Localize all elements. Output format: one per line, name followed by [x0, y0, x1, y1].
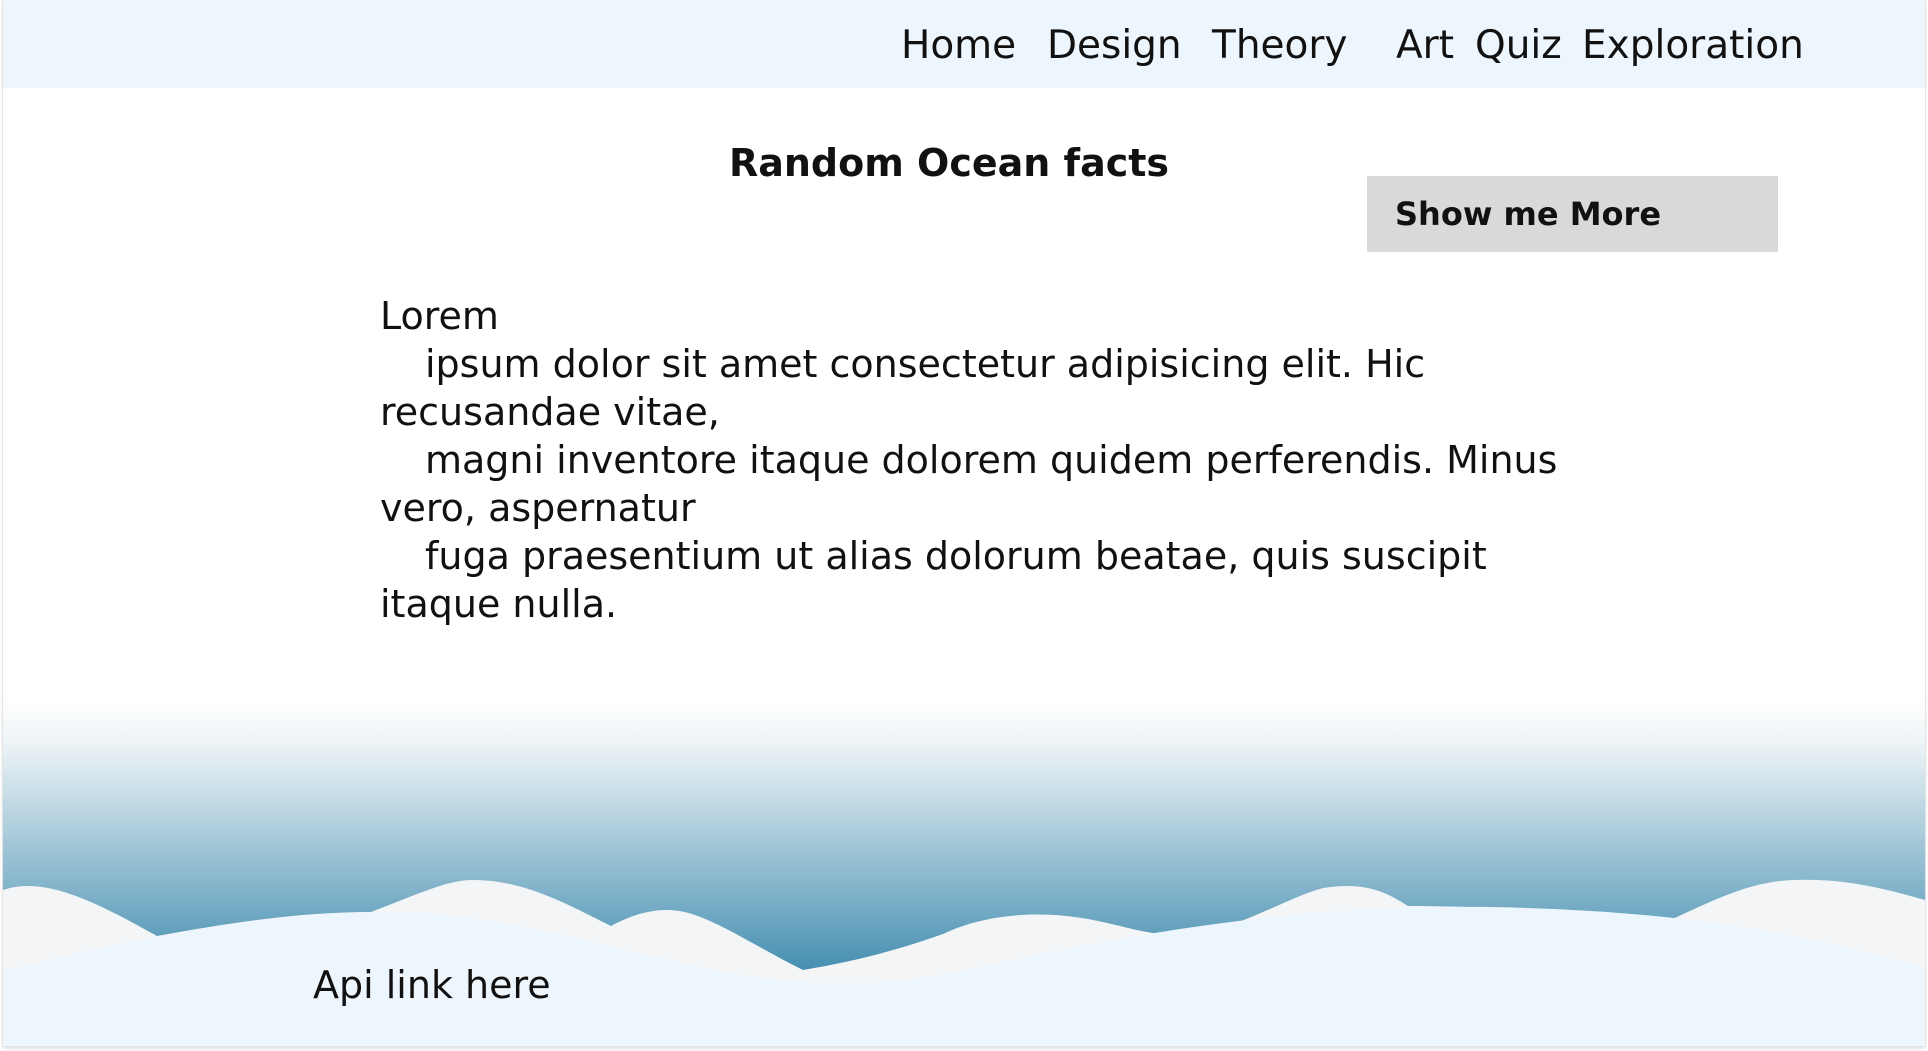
api-link[interactable]: Api link here	[313, 962, 551, 1008]
page-frame: Home Design Theory Art Quiz Exploration …	[3, 0, 1925, 1046]
fact-line: vero, aspernatur	[380, 486, 696, 530]
nav-link-art[interactable]: Art	[1396, 22, 1454, 70]
fact-line: magni inventore itaque dolorem quidem pe…	[425, 438, 1558, 482]
show-more-button[interactable]: Show me More	[1367, 176, 1778, 252]
fact-line: Lorem	[380, 294, 499, 338]
nav-link-design[interactable]: Design	[1047, 22, 1182, 70]
fact-line: itaque nulla.	[380, 582, 618, 626]
nav-link-quiz[interactable]: Quiz	[1475, 22, 1562, 70]
fact-line: fuga praesentium ut alias dolorum beatae…	[425, 534, 1487, 578]
nav-link-exploration[interactable]: Exploration	[1582, 22, 1804, 70]
top-navigation: Home Design Theory Art Quiz Exploration	[3, 0, 1925, 88]
fact-line: recusandae vitae,	[380, 390, 720, 434]
nav-link-home[interactable]: Home	[901, 22, 1016, 70]
ocean-waves-illustration	[3, 700, 1925, 1046]
nav-link-theory[interactable]: Theory	[1212, 22, 1348, 70]
ocean-fact-text: Lorem ipsum dolor sit amet consectetur a…	[380, 292, 1580, 628]
fact-line: ipsum dolor sit amet consectetur adipisi…	[425, 342, 1426, 386]
